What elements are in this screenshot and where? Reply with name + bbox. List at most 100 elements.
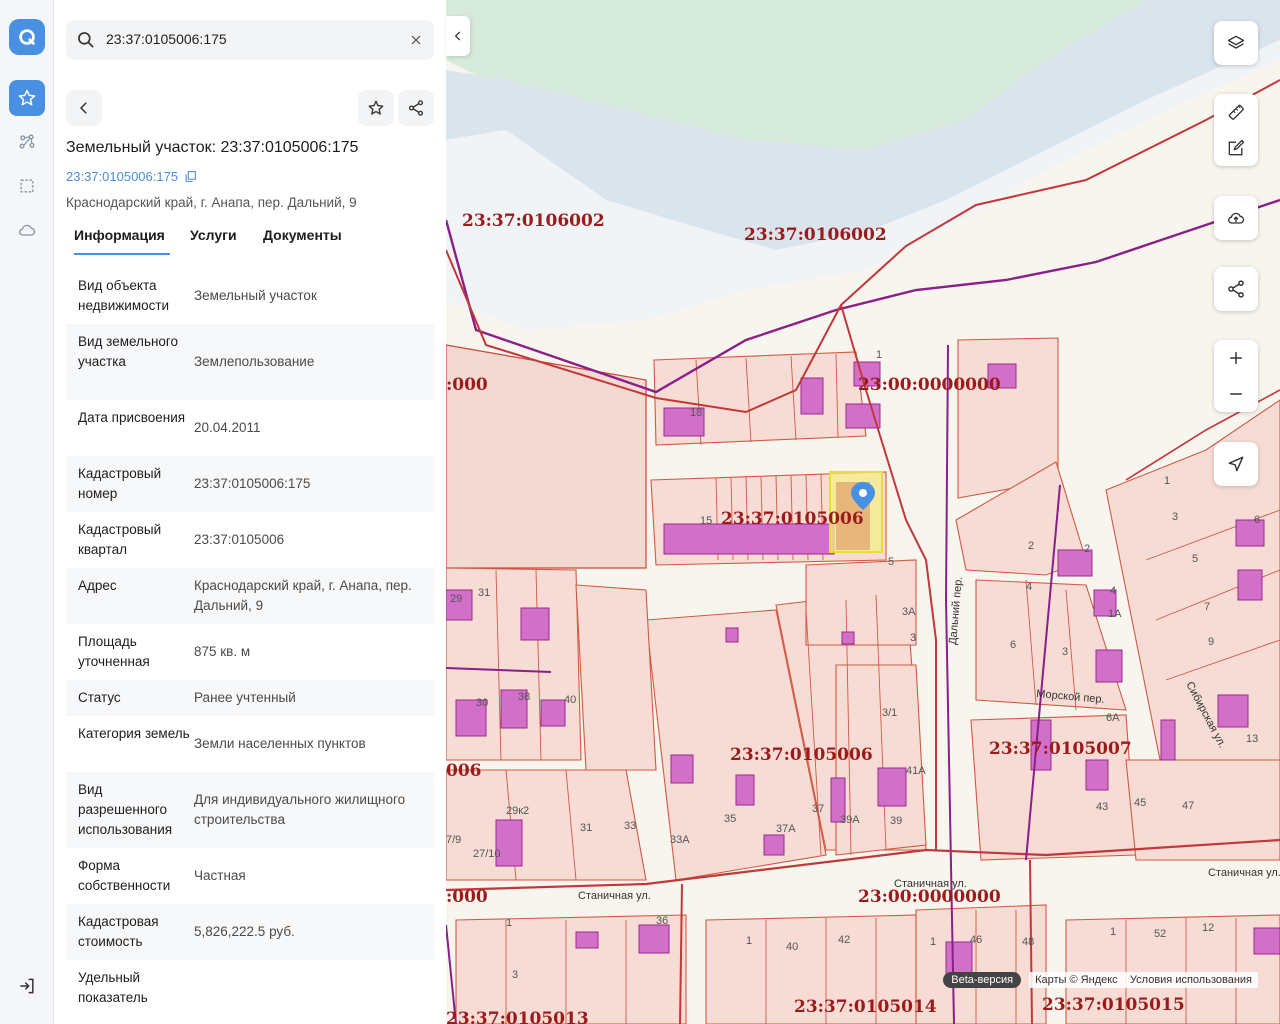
building (841, 631, 855, 645)
house-number: 39 (890, 815, 902, 827)
back-button[interactable] (66, 90, 102, 126)
house-number: 6А (1106, 712, 1120, 724)
info-value: Землепользование (194, 354, 315, 369)
info-key: Категория земель (78, 726, 190, 741)
upload-button[interactable] (1214, 196, 1258, 240)
house-number: 3 (512, 969, 518, 981)
house-number: 29 (450, 593, 462, 605)
share-map-button[interactable] (1214, 267, 1258, 311)
building (1253, 927, 1280, 955)
login-icon (20, 978, 34, 994)
share-map-control[interactable] (1214, 267, 1258, 311)
search-input[interactable]: 23:37:0105006:175 (106, 31, 227, 47)
tab-information[interactable]: Информация (74, 227, 165, 243)
house-number: 2 (1084, 543, 1090, 555)
building (575, 931, 599, 949)
quarter-label: 006 (446, 761, 482, 781)
building (638, 924, 670, 954)
info-key: Кадастровая стоимость (78, 914, 159, 949)
house-number: 42 (838, 934, 850, 946)
house-number: 36 (656, 915, 668, 927)
map-footer: Beta-версия Карты © Яндекс Условия испол… (943, 972, 1258, 988)
house-number: 3А (902, 606, 916, 618)
parcel (970, 714, 1137, 861)
zoom-out-button[interactable] (1214, 376, 1258, 412)
graph-icon (19, 134, 35, 149)
house-number: 38 (518, 691, 530, 703)
house-number: 39А (840, 814, 860, 826)
ruler-button[interactable] (1214, 94, 1258, 130)
cloud-button[interactable] (9, 212, 45, 248)
info-key: Кадастровый номер (78, 466, 162, 501)
house-number: 3 (1062, 646, 1068, 658)
collapse-panel-button[interactable] (446, 16, 470, 56)
quarter-label: 23:37:0105014 (794, 997, 937, 1017)
upload-control[interactable] (1214, 196, 1258, 240)
house-number: 48 (1022, 936, 1034, 948)
search-box[interactable]: 23:37:0105006:175 (66, 20, 434, 60)
cadastral-number-text[interactable]: 23:37:0105006:175 (66, 169, 178, 184)
cadastral-number-link[interactable]: 23:37:0105006:175 (66, 169, 197, 184)
copy-icon[interactable] (184, 170, 197, 183)
navigation-arrow-icon (1228, 456, 1244, 472)
draw-button[interactable] (1214, 130, 1258, 166)
geolocation-button[interactable] (1214, 442, 1258, 486)
cadastral-map[interactable]: 23:37:0106002 23:37:0106002 23:00:000000… (446, 0, 1280, 1024)
house-number: 6 (1010, 639, 1016, 651)
house-number: 37А (776, 823, 796, 835)
tab-services[interactable]: Услуги (190, 227, 237, 243)
copyright-text[interactable]: Карты © Яндекс (1035, 974, 1118, 986)
routes-button[interactable] (9, 124, 45, 160)
building (877, 767, 907, 807)
house-number: 41А (906, 765, 926, 777)
house-number: 40 (564, 694, 576, 706)
house-number: 1 (746, 935, 752, 947)
address-text: Краснодарский край, г. Анапа, пер. Дальн… (66, 195, 357, 210)
favorite-button[interactable] (358, 90, 394, 126)
clear-search-button[interactable] (406, 30, 426, 50)
share-icon (1228, 280, 1244, 298)
zoom-in-button[interactable] (1214, 340, 1258, 376)
tab-documents[interactable]: Документы (263, 227, 342, 243)
house-number: 31 (478, 587, 490, 599)
layers-button[interactable] (1214, 21, 1258, 65)
building (520, 607, 550, 641)
parcel (446, 769, 647, 881)
terms-link[interactable]: Условия использования (1130, 974, 1252, 986)
zoom-control (1214, 340, 1258, 412)
house-number: 6 (1254, 514, 1260, 526)
building (1237, 569, 1263, 601)
house-number: 47 (1182, 800, 1194, 812)
quarter-label: 23:37:0105006 (730, 745, 873, 765)
info-table: Вид объекта недвижимости Земельный участо… (66, 268, 434, 1016)
house-number: 3 (910, 632, 916, 644)
info-row: Статус Ранее учтенный (66, 680, 434, 716)
info-row: Дата присвоения 20.04.2011 (66, 400, 434, 456)
info-row: Кадастровый квартал 23:37:0105006 (66, 512, 434, 568)
quarter-label: 23:00:0000000 (858, 375, 1001, 395)
street-label: Дальний пер. (947, 576, 965, 645)
favorites-button[interactable] (9, 80, 45, 116)
building (1095, 649, 1123, 683)
logout-button[interactable] (9, 968, 45, 1004)
map-canvas[interactable]: 23:37:0106002 23:37:0106002 23:00:000000… (446, 0, 1280, 1024)
street-label: Станичная ул. (894, 878, 967, 890)
info-row: Вид объекта недвижимости Земельный участо… (66, 268, 434, 324)
house-number: 1 (930, 936, 936, 948)
house-number: 15 (700, 515, 712, 527)
selection-button[interactable] (9, 168, 45, 204)
info-row: Вид разрешенного использования Для индиви… (66, 772, 434, 848)
house-number: 52 (1154, 928, 1166, 940)
map-copyright: Карты © Яндекс Условия использования (1029, 972, 1258, 988)
share-button[interactable] (398, 90, 434, 126)
geolocation-control[interactable] (1214, 442, 1258, 486)
house-number: 4 (1026, 581, 1032, 593)
building (725, 627, 739, 643)
app-logo[interactable] (9, 19, 45, 55)
house-number: 29к2 (506, 805, 529, 817)
info-key: Статус (78, 690, 121, 705)
house-number: 9 (1208, 636, 1214, 648)
house-number: 40 (786, 941, 798, 953)
logo-icon (19, 29, 35, 45)
layers-control[interactable] (1214, 21, 1258, 65)
